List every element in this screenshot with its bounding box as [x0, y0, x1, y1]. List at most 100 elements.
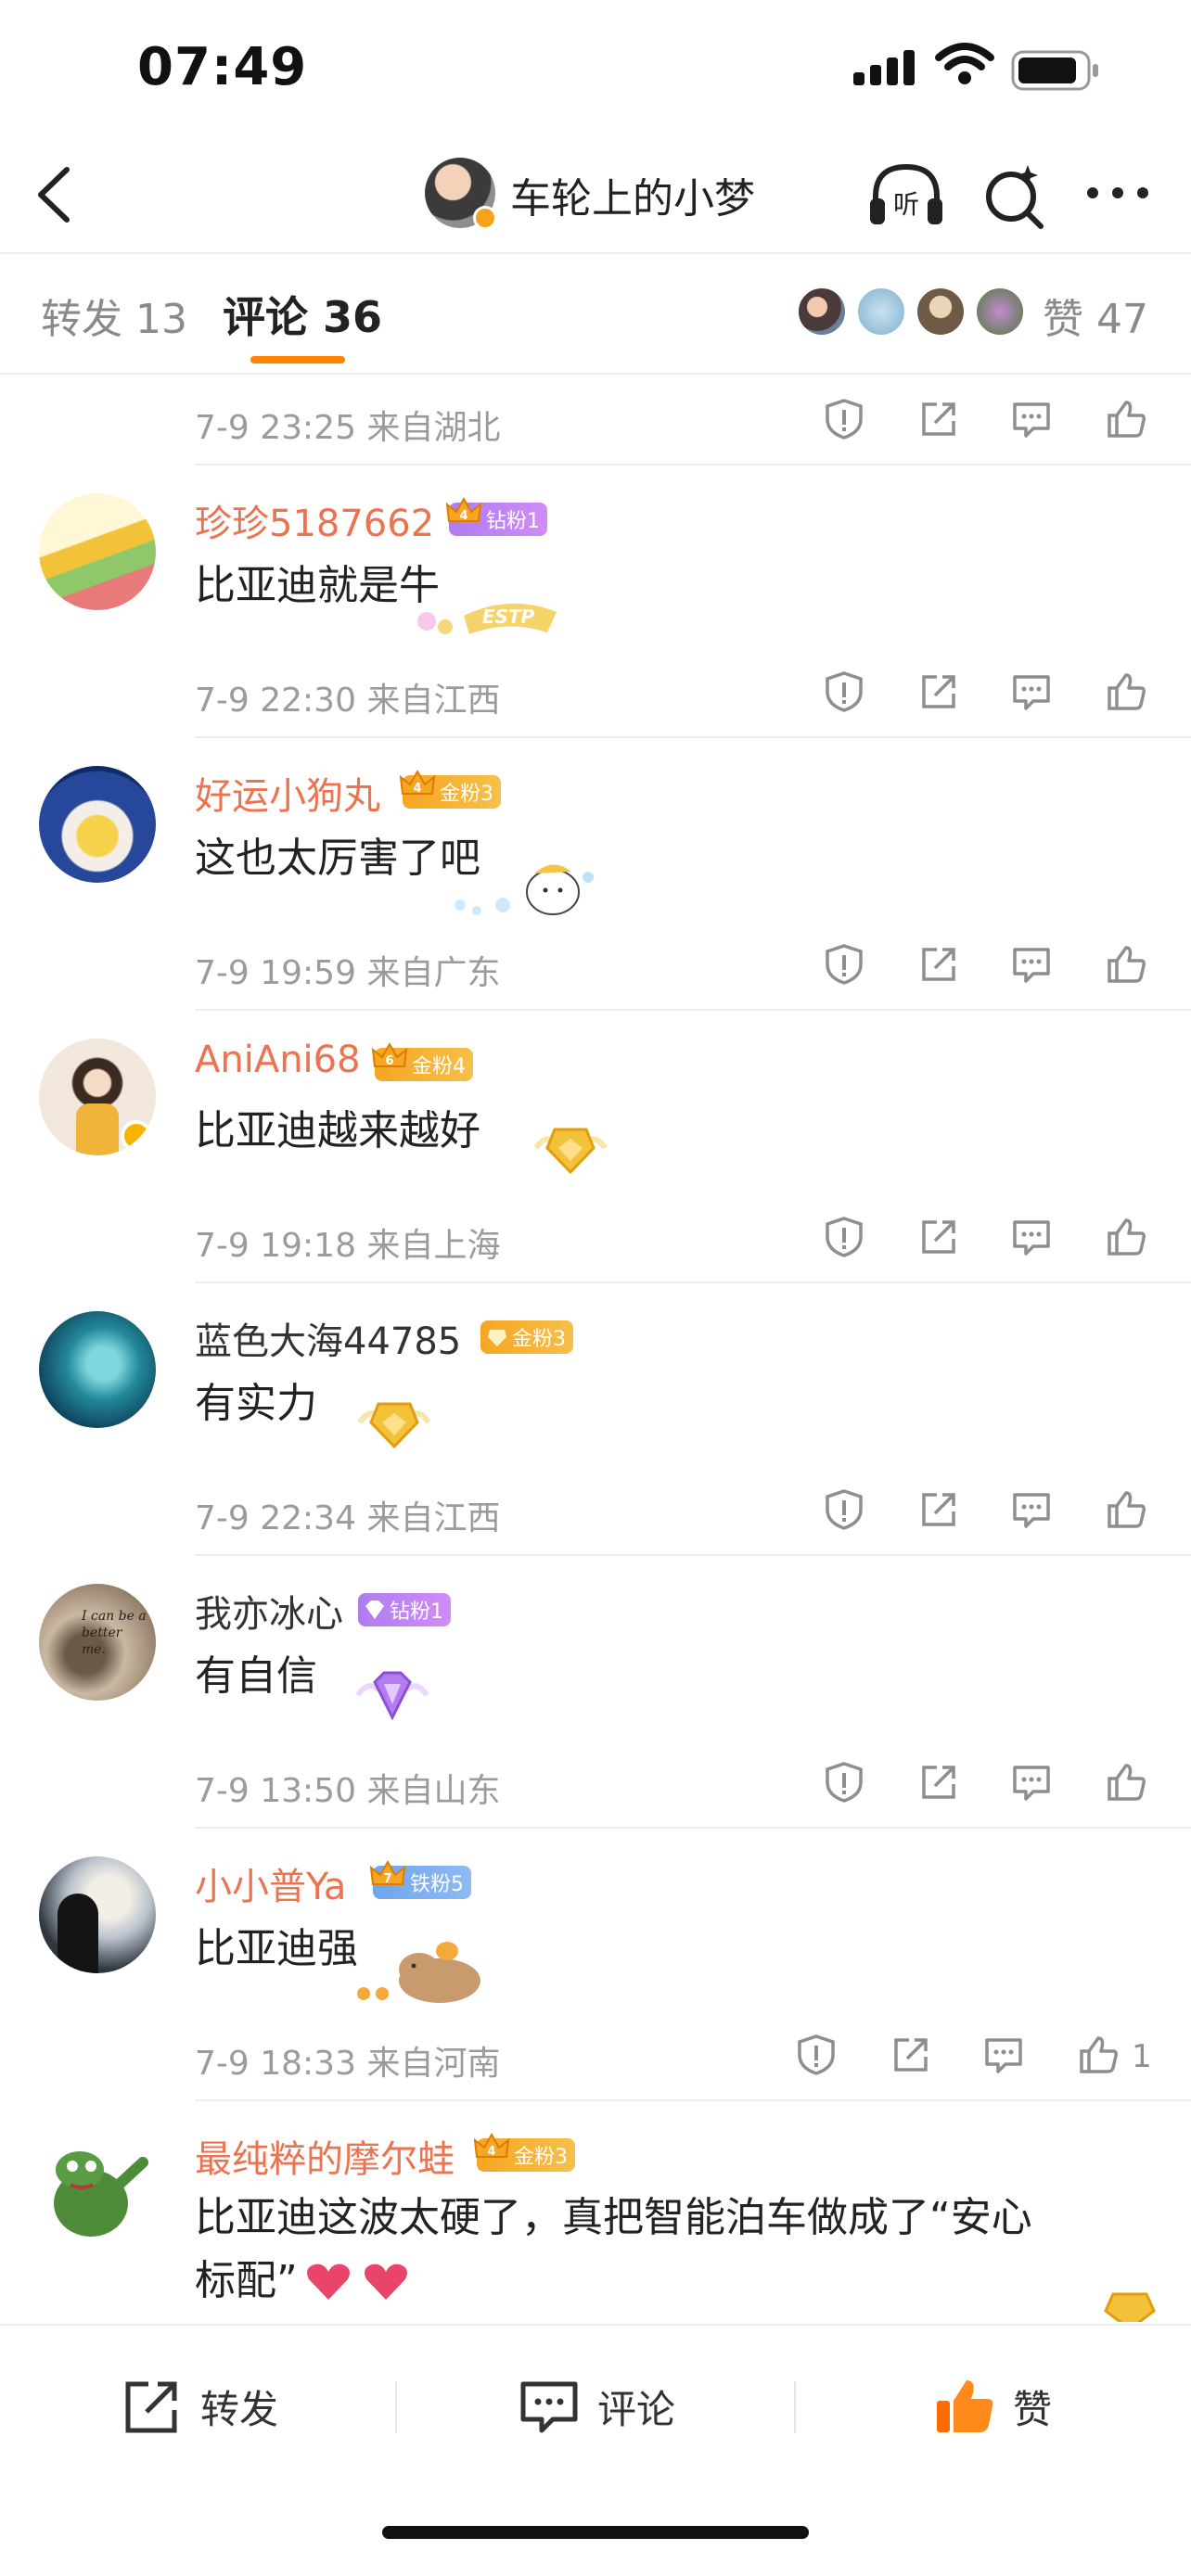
reply-icon[interactable]	[1005, 1484, 1057, 1536]
reply-icon[interactable]	[978, 2029, 1030, 2081]
avatar[interactable]: I can be a better me.	[39, 1584, 156, 1701]
like-icon[interactable]	[1100, 1211, 1152, 1263]
more-icon[interactable]	[1085, 185, 1150, 200]
headphones-icon[interactable]: 听	[866, 159, 946, 230]
comment-meta: 7-9 22:30 来自江西	[195, 655, 1191, 733]
report-icon[interactable]	[818, 938, 870, 990]
diamond-badge-icon	[365, 1600, 384, 1619]
comment-text: 比亚迪这波太硬了，真把智能泊车做成了“安心 标配”	[195, 2194, 1032, 2304]
search-sparkle-icon[interactable]	[981, 161, 1046, 230]
crown-icon: 7	[369, 1859, 406, 1886]
fan-badge[interactable]: 4 金粉3	[399, 769, 501, 809]
share-icon[interactable]	[913, 1484, 965, 1536]
svg-text:4: 4	[459, 509, 467, 523]
fan-badge[interactable]: 金粉3	[480, 1320, 573, 1354]
author-avatar[interactable]	[425, 158, 497, 230]
liker-avatar	[855, 286, 907, 338]
comment-time-location: 7-9 23:25 来自湖北	[195, 409, 501, 447]
comment-meta: 7-9 22:34 来自江西	[195, 1473, 1191, 1550]
crown-icon: 4	[445, 496, 482, 523]
comment-text: 比亚迪就是牛	[195, 562, 440, 609]
comment-time-location: 7-9 22:34 来自江西	[195, 1499, 501, 1537]
avatar[interactable]	[39, 1311, 156, 1428]
comment-list[interactable]: 7-9 23:25 来自湖北 珍珍5187662 4 钻粉1 比亚迪就是牛 ES…	[0, 375, 1191, 2322]
author-name[interactable]: 车轮上的小梦	[510, 165, 755, 224]
reply-icon[interactable]	[1005, 666, 1057, 718]
svg-text:6: 6	[385, 1054, 393, 1068]
like-icon[interactable]	[1100, 938, 1152, 990]
crown-icon: 4	[399, 769, 436, 796]
divider	[195, 736, 1191, 738]
gold-shield-sticker-icon	[357, 1402, 431, 1449]
comment-author[interactable]: 最纯粹的摩尔蛙	[195, 2129, 455, 2183]
report-icon[interactable]	[818, 666, 870, 718]
tab-likes[interactable]: 赞 47	[1043, 286, 1148, 345]
share-icon[interactable]	[885, 2029, 937, 2081]
divider	[195, 1554, 1191, 1556]
avatar[interactable]	[39, 493, 156, 610]
avatar[interactable]	[39, 2129, 156, 2246]
liker-avatar	[974, 286, 1026, 338]
comment-time-location: 7-9 19:59 来自广东	[195, 954, 501, 992]
comment-author[interactable]: 小小普Ya	[195, 1856, 346, 1910]
comment-author[interactable]: 蓝色大海44785	[195, 1311, 461, 1365]
share-icon[interactable]	[913, 1756, 965, 1808]
comment-time-location: 7-9 18:33 来自河南	[195, 2045, 501, 2083]
tab-repost[interactable]: 转发 13	[41, 286, 187, 345]
svg-text:4: 4	[413, 782, 421, 796]
like-icon[interactable]	[1100, 1756, 1152, 1808]
fan-badge[interactable]: 6 金粉4	[371, 1041, 473, 1081]
comment-author[interactable]: 珍珍5187662	[195, 493, 434, 547]
repost-button[interactable]: 转发	[121, 2374, 278, 2439]
avatar[interactable]	[39, 766, 156, 883]
comment-time-location: 7-9 22:30 来自江西	[195, 682, 501, 720]
avatar[interactable]	[39, 1039, 156, 1155]
report-icon[interactable]	[790, 2029, 842, 2081]
home-indicator[interactable]	[382, 2526, 809, 2539]
reply-icon[interactable]	[1005, 1211, 1057, 1263]
like-icon[interactable]	[1100, 1484, 1152, 1536]
reply-icon[interactable]	[1005, 938, 1057, 990]
share-icon[interactable]	[913, 938, 965, 990]
tab-bar: 转发 13 评论 36 赞 47	[0, 254, 1191, 373]
comment-author[interactable]: 我亦冰心	[195, 1584, 343, 1638]
like-icon[interactable]	[1100, 666, 1152, 718]
comment-author[interactable]: 好运小狗丸	[195, 766, 380, 820]
status-time: 07:49	[137, 37, 308, 97]
avatar[interactable]	[39, 1856, 156, 1973]
divider	[195, 464, 1191, 465]
share-icon[interactable]	[913, 393, 965, 445]
back-icon[interactable]	[28, 162, 83, 227]
gold-shield-sticker-icon	[533, 1128, 608, 1175]
cloud-sticker-icon	[455, 864, 594, 915]
comment-button[interactable]: 评论	[518, 2374, 675, 2439]
svg-text:ESTP: ESTP	[482, 606, 535, 628]
share-icon[interactable]	[913, 666, 965, 718]
fan-badge[interactable]: 4 金粉3	[473, 2132, 575, 2172]
like-button[interactable]: 赞	[933, 2374, 1052, 2439]
report-icon[interactable]	[818, 1211, 870, 1263]
report-icon[interactable]	[818, 393, 870, 445]
comment-meta: 7-9 19:18 来自上海	[195, 1200, 1191, 1278]
report-icon[interactable]	[818, 1484, 870, 1536]
wifi-icon	[935, 43, 994, 84]
comment-text: 这也太厉害了吧	[195, 835, 480, 882]
like-icon[interactable]	[1072, 2029, 1124, 2081]
avatar-handwriting: I can be a better me.	[82, 1609, 147, 1657]
like-count: 1	[1132, 2038, 1152, 2075]
shield-badge-icon	[488, 1330, 506, 1346]
reply-icon[interactable]	[1005, 393, 1057, 445]
liker-avatar	[796, 286, 848, 338]
fan-badge[interactable]: 7 铁粉5	[369, 1859, 471, 1899]
like-icon[interactable]	[1100, 393, 1152, 445]
fan-badge[interactable]: 钻粉1	[358, 1593, 451, 1626]
comment-meta: 7-9 19:59 来自广东	[195, 927, 1191, 1005]
comment-author[interactable]: AniAni68	[195, 1039, 361, 1081]
reply-icon[interactable]	[1005, 1756, 1057, 1808]
fan-badge[interactable]: 4 钻粉1	[445, 496, 547, 536]
frog-avatar-icon	[54, 2151, 148, 2237]
report-icon[interactable]	[818, 1756, 870, 1808]
liker-avatar	[915, 286, 967, 338]
tab-comment[interactable]: 评论 36	[223, 284, 382, 345]
share-icon[interactable]	[913, 1211, 965, 1263]
